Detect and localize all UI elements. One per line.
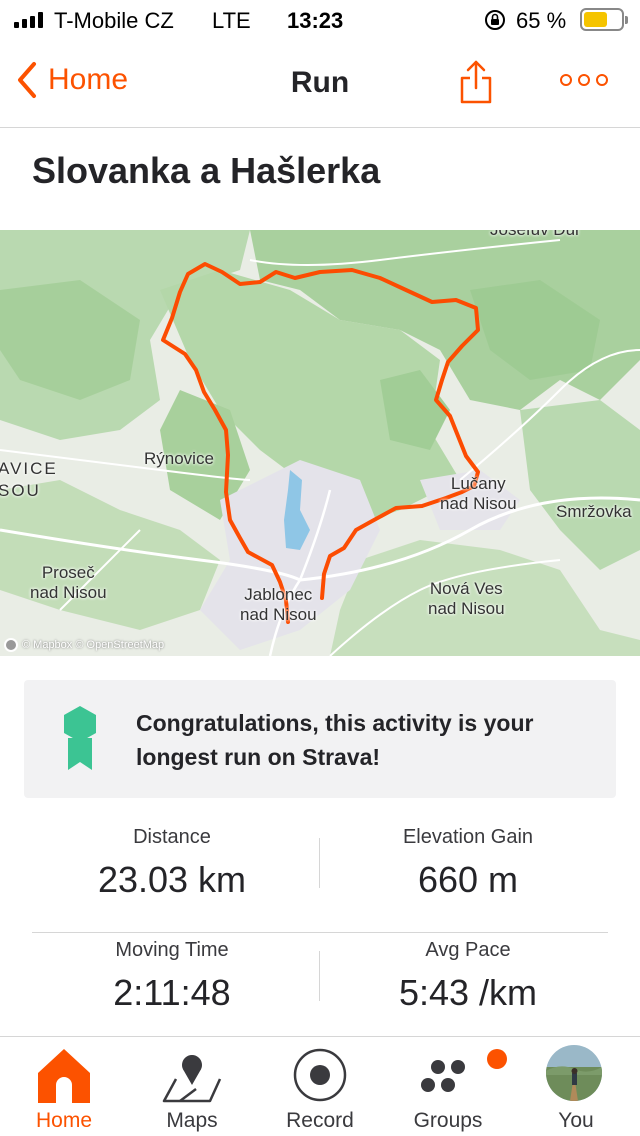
pace-stat: Avg Pace 5:43 /km — [322, 933, 614, 1014]
attribution-text: © Mapbox © OpenStreetMap — [22, 639, 165, 651]
distance-label: Distance — [133, 826, 211, 848]
medal-icon — [64, 706, 96, 770]
tab-you[interactable]: You — [512, 1037, 640, 1136]
pace-label: Avg Pace — [425, 939, 511, 961]
tab-label: Home — [35, 1109, 93, 1132]
moving-time-label: Moving Time — [115, 939, 229, 961]
distance-value: 23.03 km — [97, 859, 247, 900]
elevation-stat: Elevation Gain 660 m — [322, 820, 614, 901]
page-title: Run — [290, 66, 350, 99]
elevation-value: 660 m — [417, 859, 519, 900]
map-label-rynovice: Rýnovice — [144, 449, 214, 468]
network-type: LTE — [212, 8, 251, 33]
status-time: 13:23 — [287, 8, 344, 33]
stat-divider — [319, 838, 320, 888]
activity-title: Slovanka a Hašlerka — [32, 150, 381, 191]
stats-row: Distance 23.03 km Elevation Gain 660 m — [32, 820, 608, 933]
achievement-text: Congratulations, this activity is your l… — [136, 710, 534, 770]
record-icon — [293, 1048, 347, 1102]
nav-bar: Home Run — [0, 40, 640, 128]
groups-icon — [421, 1060, 465, 1092]
tab-label: Groups — [413, 1109, 483, 1132]
battery-icon — [580, 8, 628, 31]
map-pin-icon — [162, 1055, 222, 1103]
map-attribution: © Mapbox © OpenStreetMap — [4, 638, 164, 652]
achievement-card: Congratulations, this activity is your l… — [24, 680, 616, 798]
share-icon[interactable] — [456, 58, 496, 106]
more-options-icon[interactable] — [560, 74, 608, 90]
route-map[interactable]: Josefův Důl Rýnovice AVICE SOU Lučany na… — [0, 230, 640, 656]
elevation-label: Elevation Gain — [402, 826, 534, 848]
moving-time-stat: Moving Time 2:11:48 — [28, 933, 316, 1014]
tab-label: Record — [286, 1109, 354, 1132]
tab-bar: Home Maps Record Groups You — [0, 1036, 640, 1136]
tab-record[interactable]: Record — [256, 1037, 384, 1136]
map-label-smrzovka: Smržovka — [556, 502, 632, 521]
avatar — [546, 1045, 602, 1101]
map-label-lucany: Lučany nad Nisou — [440, 474, 517, 514]
map-label-prosec: Proseč nad Nisou — [30, 563, 107, 603]
map-label-jablonec: Jablonec nad Nisou — [240, 585, 317, 625]
map-label-sou: SOU — [0, 481, 41, 500]
tab-label: Maps — [166, 1109, 218, 1132]
pace-value: 5:43 /km — [398, 972, 538, 1013]
notification-badge — [487, 1049, 507, 1069]
mapbox-logo-icon — [4, 638, 18, 652]
signal-strength-icon — [14, 12, 43, 28]
rotation-lock-icon — [485, 10, 505, 30]
stats-grid: Distance 23.03 km Elevation Gain 660 m M… — [32, 820, 608, 1046]
map-label-avice: AVICE — [0, 459, 58, 478]
stat-divider — [319, 951, 320, 1001]
tab-home[interactable]: Home — [0, 1037, 128, 1136]
battery-percent: 65 % — [516, 8, 567, 33]
map-label-josefuv-dul: Josefův Důl — [490, 230, 579, 240]
tab-label: You — [558, 1109, 594, 1132]
status-bar: T-Mobile CZ LTE 13:23 65 % — [0, 0, 640, 40]
moving-time-value: 2:11:48 — [113, 972, 231, 1013]
tab-maps[interactable]: Maps — [128, 1037, 256, 1136]
stats-row: Moving Time 2:11:48 Avg Pace 5:43 /km — [32, 933, 608, 1046]
home-icon — [38, 1049, 90, 1103]
distance-stat: Distance 23.03 km — [28, 820, 316, 901]
map-label-nova-ves: Nová Ves nad Nisou — [428, 579, 505, 619]
carrier-name: T-Mobile CZ — [54, 8, 174, 33]
